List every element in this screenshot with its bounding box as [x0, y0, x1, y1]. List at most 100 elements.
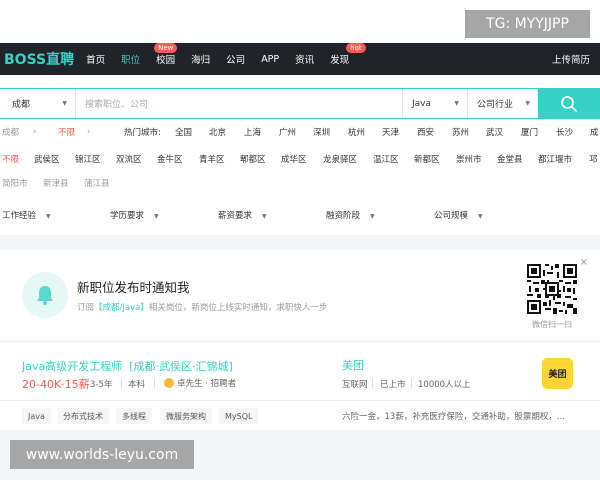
education-filter[interactable]: 学历要求 ▼	[110, 209, 159, 221]
company-stage: 已上市	[380, 380, 406, 390]
search-filter-panel: 成都 ▼ 搜索职位、公司 Java ▼ 公司行业 ▼ 成都 › 不限 › 热门城…	[0, 75, 600, 235]
qr-code	[527, 264, 577, 314]
company-size: 10000人以上	[418, 380, 471, 390]
upload-resume-link[interactable]: 上传简历	[552, 52, 590, 66]
district-item[interactable]: 新津县	[43, 177, 69, 189]
company-size-filter[interactable]: 公司规模 ▼	[434, 209, 483, 221]
job-title[interactable]: Java高级开发工程师 [成都·武侯区·汇锦城]	[22, 358, 233, 374]
nav-item-jobs[interactable]: 职位	[121, 52, 140, 66]
caret-down-icon: ▼	[262, 213, 267, 220]
district-item[interactable]: 郫都区	[240, 153, 266, 165]
district-item[interactable]: 邛	[589, 153, 598, 165]
keyword-type-select[interactable]: Java ▼	[402, 89, 467, 118]
salary-filter[interactable]: 薪资要求 ▼	[218, 209, 267, 221]
company-logo[interactable]: 美团	[542, 358, 573, 389]
nav-item-companies[interactable]: 公司	[226, 52, 245, 66]
chevron-right-icon: ›	[33, 127, 37, 137]
district-item[interactable]: 温江区	[373, 153, 399, 165]
nav-item-campus-label: 校园	[156, 55, 176, 66]
nav-item-home[interactable]: 首页	[86, 52, 105, 66]
district-item[interactable]: 金牛区	[157, 153, 183, 165]
hot-city-item[interactable]: 天津	[382, 126, 399, 138]
hot-city-item[interactable]: 广州	[279, 126, 296, 138]
education-filter-label: 学历要求	[110, 211, 145, 221]
new-badge: New	[154, 43, 178, 53]
district-item[interactable]: 龙泉驿区	[323, 153, 357, 165]
separator	[411, 379, 412, 388]
district-item[interactable]: 青羊区	[199, 153, 225, 165]
hot-badge: hot	[346, 43, 366, 53]
experience-filter-label: 工作经验	[2, 211, 37, 221]
company-name[interactable]: 美团	[342, 357, 364, 373]
district-item[interactable]: 武侯区	[34, 153, 60, 165]
district-item[interactable]: 金堂县	[497, 153, 523, 165]
district-item[interactable]: 简阳市	[2, 177, 28, 189]
current-city-label: 成都	[2, 128, 20, 138]
keyword-type-value: Java	[412, 98, 432, 109]
job-salary: 20-40K·15薪	[22, 378, 90, 391]
search-button[interactable]	[538, 88, 600, 119]
hot-city-item[interactable]: 北京	[209, 126, 226, 138]
subscribe-desc-prefix: 订阅	[77, 303, 95, 313]
job-location: [成都·武侯区·汇锦城]	[129, 360, 233, 373]
job-card[interactable]: Java高级开发工程师 [成都·武侯区·汇锦城] 20-40K·15薪 3-5年…	[0, 343, 600, 430]
hot-city-item[interactable]: 成	[590, 126, 599, 138]
search-bar: 成都 ▼ 搜索职位、公司 Java ▼ 公司行业 ▼	[0, 88, 600, 119]
district-item[interactable]: 崇州市	[456, 153, 482, 165]
city-select[interactable]: 成都 ▼	[0, 89, 76, 118]
separator	[372, 379, 373, 388]
skill-tag: MySQL	[219, 408, 259, 424]
hot-city-item[interactable]: 苏州	[452, 126, 469, 138]
skill-tag: 微服务架构	[160, 408, 212, 424]
recruiter-info[interactable]: 卓先生 · 招聘者	[164, 377, 236, 389]
nav-item-campus[interactable]: 校园 New	[154, 43, 178, 66]
subscribe-description: 订阅【成都/Java】相关岗位，新岗位上线实时通知，求职快人一步	[77, 301, 327, 313]
nav-item-app[interactable]: APP	[261, 54, 279, 65]
job-experience: 3-5年	[90, 380, 113, 390]
caret-down-icon: ▼	[370, 213, 375, 220]
industry-select[interactable]: 公司行业 ▼	[467, 89, 538, 118]
hot-city-item[interactable]: 深圳	[313, 126, 330, 138]
nav-item-discover-label: 发现	[330, 55, 350, 66]
search-input[interactable]: 搜索职位、公司	[76, 89, 402, 118]
separator	[121, 379, 122, 388]
hot-city-item[interactable]: 西安	[417, 126, 434, 138]
funding-stage-filter[interactable]: 融资阶段 ▼	[326, 209, 375, 221]
hot-city-item[interactable]: 厦门	[521, 126, 538, 138]
close-icon[interactable]: ×	[580, 257, 588, 268]
skill-tag: 多线程	[116, 408, 152, 424]
separator	[154, 379, 155, 388]
hot-city-item[interactable]: 上海	[244, 126, 261, 138]
city-select-value: 成都	[12, 100, 31, 110]
logo[interactable]: BOSS直聘	[4, 49, 74, 69]
nav-item-overseas[interactable]: 海归	[191, 52, 210, 66]
subscribe-keyword[interactable]: 【成都/Java】	[94, 303, 149, 313]
watermark-bottom: www.worlds-leyu.com	[10, 440, 194, 469]
hot-city-item[interactable]: 武汉	[486, 126, 503, 138]
district-item[interactable]: 新都区	[414, 153, 440, 165]
caret-down-icon: ▼	[454, 100, 459, 107]
divider	[0, 400, 600, 401]
district-any-option[interactable]: 不限	[2, 153, 19, 165]
district-item[interactable]: 锦江区	[75, 153, 101, 165]
district-item[interactable]: 成华区	[281, 153, 307, 165]
city-any-option[interactable]: 不限	[58, 126, 75, 138]
company-industry: 互联网	[342, 380, 368, 390]
bell-icon-wrapper	[22, 272, 68, 318]
nav-item-news[interactable]: 资讯	[295, 52, 314, 66]
district-item[interactable]: 都江堰市	[538, 153, 572, 165]
hot-city-item[interactable]: 全国	[175, 126, 192, 138]
industry-select-value: 公司行业	[477, 100, 514, 110]
district-item[interactable]: 蒲江县	[84, 177, 110, 189]
skill-tag: 分布式技术	[57, 408, 109, 424]
recruiter-name: 卓先生 · 招聘者	[177, 379, 237, 389]
job-benefits: 六险一金，13薪，补充医疗保险，交通补助，股票期权，...	[342, 412, 565, 422]
district-item[interactable]: 双流区	[116, 153, 142, 165]
hot-city-item[interactable]: 长沙	[556, 126, 573, 138]
nav-item-discover[interactable]: 发现 hot	[330, 43, 366, 66]
experience-filter[interactable]: 工作经验 ▼	[2, 209, 51, 221]
caret-down-icon: ▼	[62, 100, 67, 107]
caret-down-icon: ▼	[46, 213, 51, 220]
hot-city-item[interactable]: 杭州	[348, 126, 365, 138]
hot-city-label: 热门城市:	[124, 128, 161, 138]
